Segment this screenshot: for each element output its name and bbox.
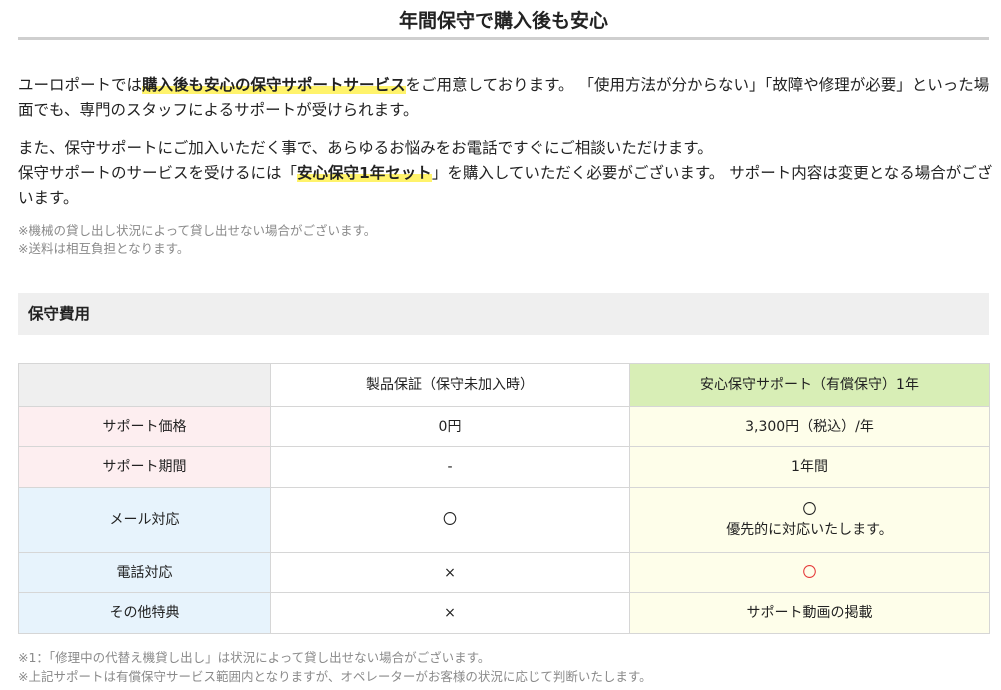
circle-mark: 〇 <box>802 502 817 518</box>
cell-basic-period: - <box>270 446 630 488</box>
cell-basic-phone: × <box>270 552 630 593</box>
row-label-other-benefits: その他特典 <box>18 592 271 634</box>
cell-plus-email-note: 優先的に対応いたします。 <box>726 522 893 538</box>
table-row: サポート価格 0円 3,300円（税込）/年 <box>18 406 990 447</box>
cell-plus-price: 3,300円（税込）/年 <box>629 406 990 447</box>
column-header-basic: 製品保証（保守未加入時） <box>270 363 630 407</box>
row-label-price: サポート価格 <box>18 406 271 447</box>
cell-plus-email: 〇 優先的に対応いたします。 <box>629 487 990 553</box>
notes: ※機械の貸し出し状況によって貸し出せない場合がございます。 ※送料は相互負担とな… <box>18 222 376 258</box>
highlight-support-set: 安心保守1年セット <box>297 164 432 182</box>
row-label-phone: 電話対応 <box>18 552 271 593</box>
table-corner-cell <box>18 363 271 407</box>
table-row: メール対応 〇 〇 優先的に対応いたします。 <box>18 487 990 553</box>
row-label-email: メール対応 <box>18 487 271 553</box>
intro-text-segment: ユーロポートでは <box>18 76 143 94</box>
cell-basic-other: × <box>270 592 630 634</box>
table-row: その他特典 × サポート動画の掲載 <box>18 592 990 634</box>
cell-plus-other: サポート動画の掲載 <box>629 592 990 634</box>
intro-text-segment: 保守サポートのサービスを受けるには「 <box>18 164 298 182</box>
cell-plus-phone: 〇 <box>629 552 990 593</box>
footnotes: ※1：「修理中の代替え機貸し出し」は状況によって貸し出せない場合がございます。 … <box>18 648 652 686</box>
intro-paragraph-2: また、保守サポートにご加入いただく事で、あらゆるお悩みをお電話ですぐにご相談いた… <box>18 136 993 211</box>
footnote-item: ※1：「修理中の代替え機貸し出し」は状況によって貸し出せない場合がございます。 <box>18 650 491 665</box>
maintenance-plan-table: 製品保証（保守未加入時） 安心保守サポート（有償保守）1年 サポート価格 0円 … <box>18 363 990 634</box>
intro-text-segment: また、保守サポートにご加入いただく事で、あらゆるお悩みをお電話ですぐにご相談いた… <box>18 139 713 157</box>
page-title: 年間保守で購入後も安心 <box>18 6 989 40</box>
intro-text: ユーロポートでは購入後も安心の保守サポートサービスをご用意しております。 「使用… <box>18 73 993 211</box>
table-row: サポート期間 - 1年間 <box>18 446 990 488</box>
note-item: ※送料は相互負担となります。 <box>18 241 190 256</box>
footnote-item: ※上記サポートは有償保守サービス範囲内となりますが、オペレーターがお客様の状況に… <box>18 669 652 684</box>
note-item: ※機械の貸し出し状況によって貸し出せない場合がございます。 <box>18 223 377 238</box>
column-header-plus: 安心保守サポート（有償保守）1年 <box>629 363 990 407</box>
cell-plus-period: 1年間 <box>629 446 990 488</box>
table-row: 電話対応 × 〇 <box>18 552 990 593</box>
section-heading-maintenance-fee: 保守費用 <box>18 293 989 335</box>
highlight-support-service: 購入後も安心の保守サポートサービス <box>142 76 406 94</box>
cell-basic-email: 〇 <box>270 487 630 553</box>
row-label-period: サポート期間 <box>18 446 271 488</box>
intro-paragraph-1: ユーロポートでは購入後も安心の保守サポートサービスをご用意しております。 「使用… <box>18 73 993 123</box>
table-header-row: 製品保証（保守未加入時） 安心保守サポート（有償保守）1年 <box>18 363 990 407</box>
cell-basic-price: 0円 <box>270 406 630 447</box>
